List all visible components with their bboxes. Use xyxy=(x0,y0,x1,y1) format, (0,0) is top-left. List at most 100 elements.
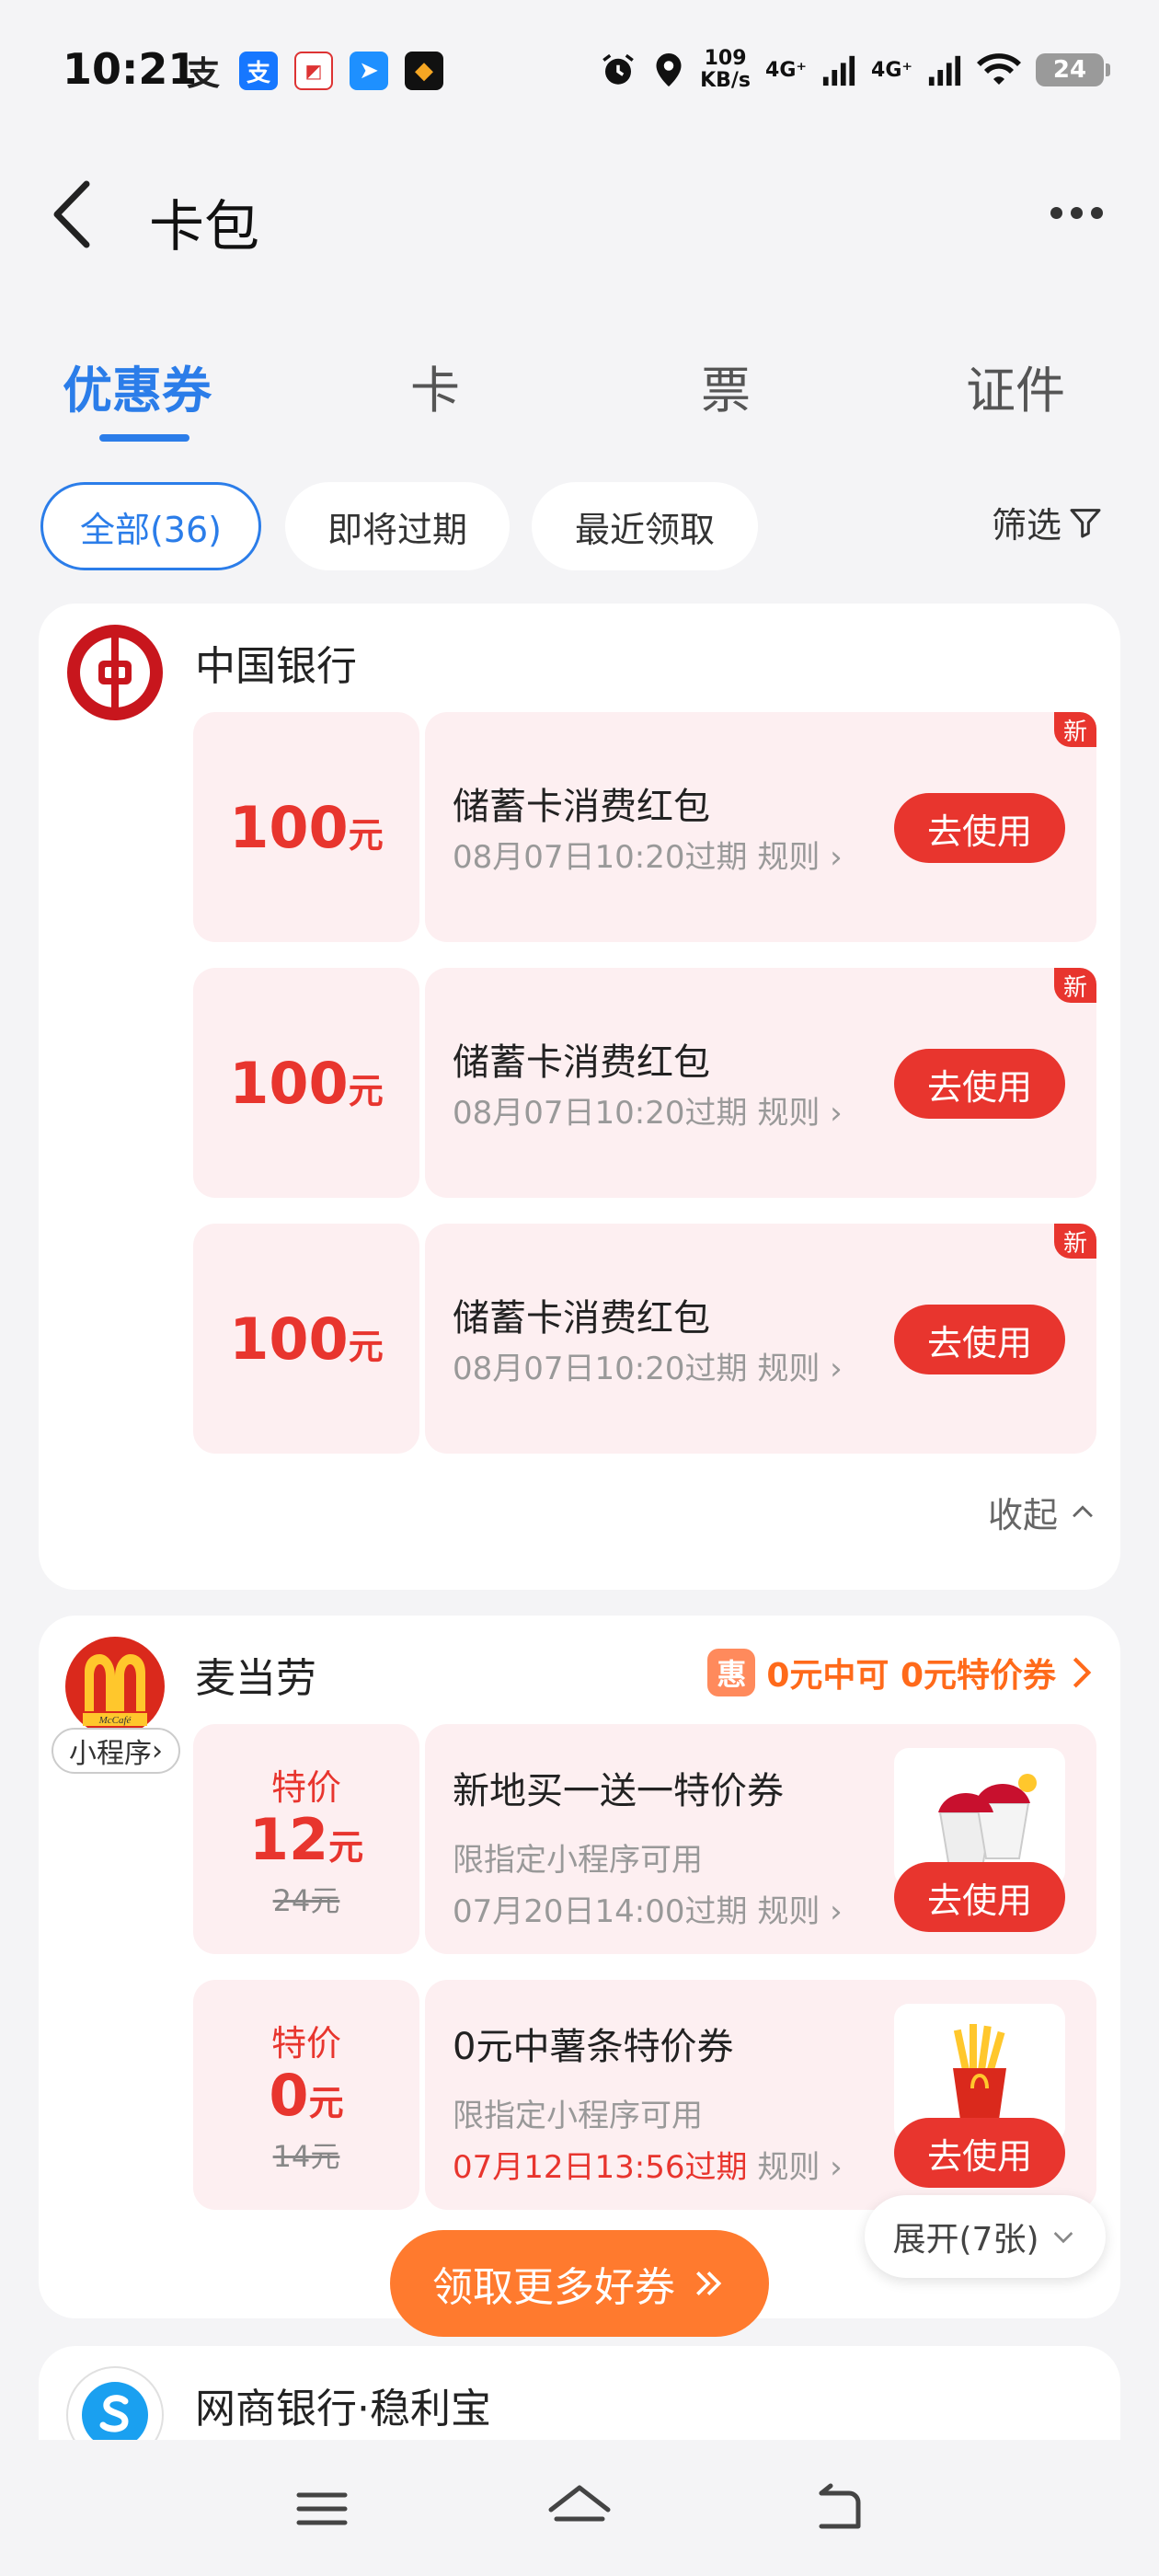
coupon-rules-link[interactable]: 规则 › xyxy=(757,2149,842,2186)
use-coupon-button[interactable]: 去使用 xyxy=(894,1862,1065,1932)
coupon-item[interactable]: 100元 新 储蓄卡消费红包 08月07日10:20过期 规则 › 去使用 xyxy=(193,1224,1096,1454)
filter-chip-all[interactable]: 全部(36) xyxy=(40,482,261,570)
battery-indicator: 24 xyxy=(1036,53,1110,86)
more-dot-icon xyxy=(1070,206,1083,219)
coupon-amount: 100元 xyxy=(229,1305,384,1373)
home-nav-button[interactable] xyxy=(538,2477,621,2541)
promo-link[interactable]: 惠 0元中可 0元特价券 xyxy=(707,1649,1095,1696)
boc-logo-icon xyxy=(64,622,166,723)
return-icon xyxy=(819,2483,861,2529)
coupon-item[interactable]: 特价 0元 14元 0元中薯条特价券 限指定小程序可用 07月12日13:56过… xyxy=(193,1980,1096,2210)
coupon-detail-panel: 新地买一送一特价券 限指定小程序可用 07月20日14:00过期 规则 › 去使… xyxy=(425,1724,1096,1954)
get-more-coupons-button[interactable]: 领取更多好券 xyxy=(390,2230,769,2337)
coupon-amount: 100元 xyxy=(229,1049,384,1117)
network-type-1: 4G⁺ xyxy=(765,58,808,82)
filter-label: 筛选 xyxy=(991,505,1061,546)
bird-icon: ➤ xyxy=(350,52,388,90)
coupon-detail-panel: 0元中薯条特价券 限指定小程序可用 07月12日13:56过期 规则 › 去使用 xyxy=(425,1980,1096,2210)
svg-text:McCafé: McCafé xyxy=(98,1715,132,1726)
coupon-amount-panel: 100元 xyxy=(193,968,419,1198)
tab-coupons[interactable]: 优惠券 xyxy=(63,350,212,422)
mini-program-tag[interactable]: 小程序 › xyxy=(52,1728,180,1774)
back-button[interactable] xyxy=(46,173,120,256)
coupon-meta: 08月07日10:20过期 规则 › xyxy=(453,832,843,877)
coupon-price-panel: 特价 0元 14元 xyxy=(193,1980,419,2210)
coupon-amount-panel: 100元 xyxy=(193,712,419,942)
brand-name-mybank: 网商银行·稳利宝 xyxy=(195,2386,491,2432)
signal-icon xyxy=(822,55,855,86)
status-app-icons: 支 支 ◩ ➤ ◆ xyxy=(184,52,443,93)
promo-badge: 惠 xyxy=(707,1649,756,1696)
coupon-scope: 限指定小程序可用 xyxy=(453,1842,703,1879)
tab-ids[interactable]: 证件 xyxy=(966,350,1065,422)
coupon-rules-link[interactable]: 规则 › xyxy=(757,1095,842,1132)
menu-nav-button[interactable] xyxy=(281,2477,363,2541)
brand-name-mcd: 麦当劳 xyxy=(195,1655,316,1702)
coupon-detail-panel: 新 储蓄卡消费红包 08月07日10:20过期 规则 › 去使用 xyxy=(425,712,1096,942)
page-title: 卡包 xyxy=(149,195,259,259)
coupon-title: 储蓄卡消费红包 xyxy=(453,1297,710,1340)
network-speed: 109 KB/s xyxy=(700,47,752,92)
coupon-item[interactable]: 特价 12元 24元 新地买一送一特价券 限指定小程序可用 07月20日14:0… xyxy=(193,1724,1096,1954)
coupon-expiry: 08月07日10:20过期 xyxy=(453,1351,748,1387)
title-bar: 卡包 xyxy=(0,156,1159,267)
use-coupon-button[interactable]: 去使用 xyxy=(894,1049,1065,1119)
original-price: 24元 xyxy=(272,1882,340,1918)
collapse-button[interactable]: 收起 xyxy=(988,1487,1098,1537)
chevron-right-icon xyxy=(1073,1657,1092,1688)
more-dot-icon xyxy=(1050,206,1062,219)
promo-text: 0元中可 0元特价券 xyxy=(766,1657,1056,1695)
status-right: 109 KB/s 4G⁺ 4G⁺ 24 xyxy=(599,47,1110,92)
coupon-meta: 07月12日13:56过期 规则 › xyxy=(453,2142,843,2187)
back-nav-button[interactable] xyxy=(796,2477,878,2541)
wifi-icon xyxy=(977,53,1021,85)
coupon-price-panel: 特价 12元 24元 xyxy=(193,1724,419,1954)
alarm-icon xyxy=(602,53,634,85)
use-coupon-button[interactable]: 去使用 xyxy=(894,793,1065,863)
coupon-item[interactable]: 100元 新 储蓄卡消费红包 08月07日10:20过期 规则 › 去使用 xyxy=(193,712,1096,942)
coupon-rules-link[interactable]: 规则 › xyxy=(757,1351,842,1387)
coupon-title: 储蓄卡消费红包 xyxy=(453,1041,710,1084)
chevron-up-icon xyxy=(1073,1504,1093,1517)
price-label: 特价 xyxy=(270,2022,341,2064)
coupon-detail-panel: 新 储蓄卡消费红包 08月07日10:20过期 规则 › 去使用 xyxy=(425,968,1096,1198)
signal-icon-2 xyxy=(928,55,961,86)
app-icon: ◩ xyxy=(294,52,333,90)
status-bar: 10:21 支 支 ◩ ➤ ◆ 109 KB/s 4G⁺ 4G⁺ 24 xyxy=(0,0,1159,138)
coupon-title: 0元中薯条特价券 xyxy=(453,2026,734,2068)
coupon-expiry: 07月12日13:56过期 xyxy=(453,2149,748,2186)
home-icon xyxy=(548,2485,611,2522)
status-time: 10:21 xyxy=(63,44,198,94)
alipay-icon: 支 xyxy=(239,52,278,90)
coupon-meta: 08月07日10:20过期 规则 › xyxy=(453,1087,843,1133)
tab-tickets[interactable]: 票 xyxy=(701,350,751,422)
use-coupon-button[interactable]: 去使用 xyxy=(894,2118,1065,2188)
coupon-group-boc: 中国银行 100元 新 储蓄卡消费红包 08月07日10:20过期 规则 › 去… xyxy=(39,604,1120,1590)
filter-bar: 全部(36) 即将过期 最近领取 筛选 xyxy=(0,478,1159,570)
coupon-amount-panel: 100元 xyxy=(193,1224,419,1454)
coupon-item[interactable]: 100元 新 储蓄卡消费红包 08月07日10:20过期 规则 › 去使用 xyxy=(193,968,1096,1198)
filter-button[interactable]: 筛选 xyxy=(992,497,1104,547)
back-arrow-icon xyxy=(53,180,90,248)
network-type-2: 4G⁺ xyxy=(871,58,912,82)
coupon-title: 新地买一送一特价券 xyxy=(453,1770,784,1812)
more-options-button[interactable] xyxy=(1039,190,1113,236)
location-icon xyxy=(656,53,682,86)
original-price: 14元 xyxy=(272,2138,340,2174)
coupon-expiry: 08月07日10:20过期 xyxy=(453,839,748,876)
more-coupons-label: 领取更多好券 xyxy=(432,2264,675,2311)
filter-chip-recent[interactable]: 最近领取 xyxy=(532,482,758,570)
use-coupon-button[interactable]: 去使用 xyxy=(894,1305,1065,1374)
system-nav-bar xyxy=(0,2440,1159,2576)
expand-button[interactable]: 展开(7张) xyxy=(865,2195,1106,2278)
tab-cards[interactable]: 卡 xyxy=(410,350,460,422)
coupon-price: 0元 xyxy=(269,2061,344,2129)
tab-bar: 优惠券 卡 票 证件 xyxy=(0,331,1159,442)
price-label: 特价 xyxy=(270,1766,341,1808)
new-badge: 新 xyxy=(1054,1224,1096,1259)
coupon-rules-link[interactable]: 规则 › xyxy=(757,839,842,876)
new-badge: 新 xyxy=(1054,968,1096,1003)
shield-app-icon: ◆ xyxy=(405,52,443,90)
coupon-rules-link[interactable]: 规则 › xyxy=(757,1893,842,1930)
filter-chip-expiring[interactable]: 即将过期 xyxy=(285,482,510,570)
